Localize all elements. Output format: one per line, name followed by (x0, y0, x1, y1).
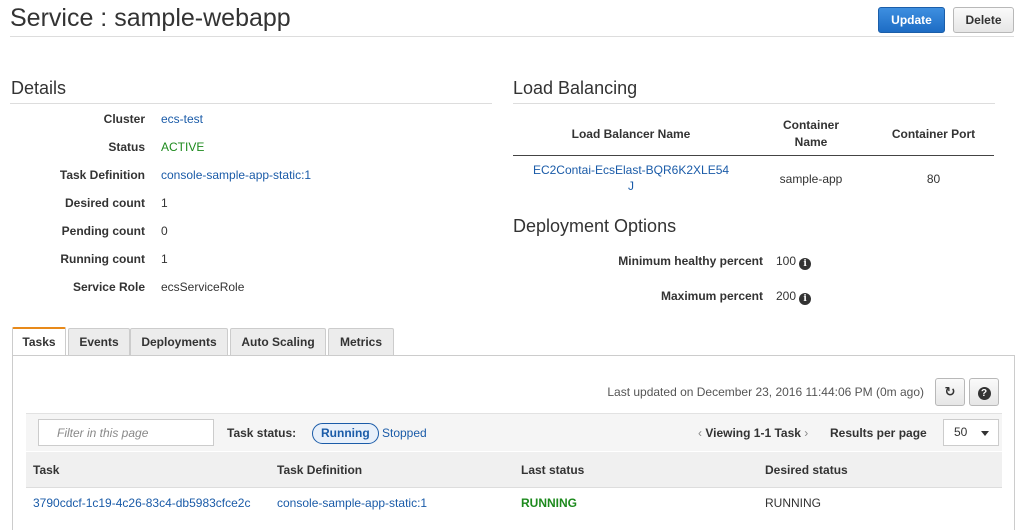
last-updated-text: Last updated on December 23, 2016 11:44:… (607, 385, 924, 399)
detail-label: Task Definition (59, 168, 145, 182)
last-status-value: RUNNING (521, 496, 577, 510)
running-count-value: 1 (161, 252, 168, 266)
lb-container-port: 80 (926, 172, 941, 186)
min-healthy-value: 100 (776, 254, 797, 268)
tasks-panel: Last updated on December 23, 2016 11:44:… (12, 355, 1015, 530)
min-healthy-value-group: 100 i (776, 254, 812, 270)
load-balancing-title: Load Balancing (513, 78, 638, 98)
deployment-max-row: Maximum percent (513, 289, 763, 309)
detail-label: Status (108, 140, 145, 154)
pending-count-value: 0 (161, 224, 168, 238)
chevron-left-icon[interactable]: ‹ (698, 426, 702, 440)
lb-name-line-2: J (628, 179, 634, 193)
per-page-select[interactable]: 50 (943, 419, 999, 446)
deployment-options-title: Deployment Options (513, 216, 677, 236)
status-filter-running[interactable]: Running (312, 423, 379, 444)
detail-label: Desired count (64, 196, 145, 210)
desired-count-value: 1 (161, 196, 168, 210)
detail-label: Pending count (61, 224, 145, 238)
tasks-table-header: Task Task Definition Last status Desired… (26, 452, 1002, 488)
lb-container-name: sample-app (779, 172, 843, 186)
lb-header-container-port: Container Port (891, 126, 976, 141)
update-button[interactable]: Update (878, 7, 945, 33)
lb-header-divider (513, 155, 994, 156)
tab-tasks[interactable]: Tasks (12, 327, 66, 356)
delete-button[interactable]: Delete (953, 7, 1014, 33)
chevron-right-icon[interactable]: › (804, 426, 808, 440)
info-icon[interactable]: i (799, 293, 812, 305)
filter-bar: Task status: Running Stopped ‹ Viewing 1… (26, 413, 1002, 451)
details-divider (10, 103, 492, 104)
detail-row-desired-count: Desired count 1 (0, 196, 480, 216)
lb-name-link[interactable]: EC2Contai-EcsElast-BQR6K2XLE54 J (513, 162, 749, 194)
max-percent-value-group: 200 i (776, 289, 812, 305)
max-percent-value: 200 (776, 289, 797, 303)
tab-metrics[interactable]: Metrics (328, 328, 394, 356)
column-header-task-definition[interactable]: Task Definition (277, 463, 362, 477)
detail-row-task-definition: Task Definition console-sample-app-stati… (0, 168, 480, 188)
detail-row-service-role: Service Role ecsServiceRole (0, 280, 480, 300)
detail-row-running-count: Running count 1 (0, 252, 480, 272)
lb-name-line-1: EC2Contai-EcsElast-BQR6K2XLE54 (532, 163, 730, 177)
column-header-last-status[interactable]: Last status (521, 463, 584, 477)
details-title: Details (11, 78, 67, 98)
desired-status-value: RUNNING (765, 496, 821, 510)
detail-row-pending-count: Pending count 0 (0, 224, 480, 244)
cluster-link[interactable]: ecs-test (161, 112, 203, 126)
task-id-link[interactable]: 3790cdcf-1c19-4c26-83c4-db5983cfce2c (33, 496, 250, 510)
viewing-label: Viewing 1-1 Task (705, 426, 801, 440)
task-definition-link[interactable]: console-sample-app-static:1 (277, 496, 427, 510)
caret-down-icon (981, 431, 989, 436)
service-role-value: ecsServiceRole (161, 280, 245, 294)
header-divider (10, 36, 1014, 37)
help-button[interactable]: ? (969, 378, 999, 406)
info-icon[interactable]: i (799, 258, 812, 270)
status-value: ACTIVE (161, 140, 205, 154)
per-page-label: Results per page (830, 426, 927, 440)
min-healthy-label: Minimum healthy percent (618, 254, 763, 268)
max-percent-label: Maximum percent (660, 289, 763, 303)
tab-auto-scaling[interactable]: Auto Scaling (230, 328, 326, 356)
detail-label: Running count (60, 252, 145, 266)
load-balancing-divider (513, 103, 995, 104)
detail-row-status: Status ACTIVE (0, 140, 480, 160)
task-definition-link[interactable]: console-sample-app-static:1 (161, 168, 311, 182)
page-title: Service : sample-webapp (10, 4, 291, 32)
filter-input[interactable] (38, 419, 214, 446)
per-page-value: 50 (954, 425, 968, 439)
refresh-icon: ↻ (944, 384, 956, 399)
pager: ‹ Viewing 1-1 Task › (698, 426, 808, 440)
task-status-label: Task status: (227, 426, 297, 440)
refresh-button[interactable]: ↻ (935, 378, 965, 406)
detail-label: Service Role (72, 280, 145, 294)
detail-row-cluster: Cluster ecs-test (0, 112, 480, 132)
deployment-min-row: Minimum healthy percent (513, 254, 763, 274)
status-filter-stopped[interactable]: Stopped (382, 426, 427, 440)
column-header-task[interactable]: Task (33, 463, 59, 477)
lb-header-container-name: Container Name (782, 118, 839, 149)
column-header-desired-status[interactable]: Desired status (765, 463, 848, 477)
lb-header-name: Load Balancer Name (571, 126, 691, 141)
tab-deployments[interactable]: Deployments (130, 328, 228, 356)
tab-events[interactable]: Events (68, 328, 130, 356)
detail-label: Cluster (103, 112, 145, 126)
help-icon: ? (977, 387, 991, 400)
